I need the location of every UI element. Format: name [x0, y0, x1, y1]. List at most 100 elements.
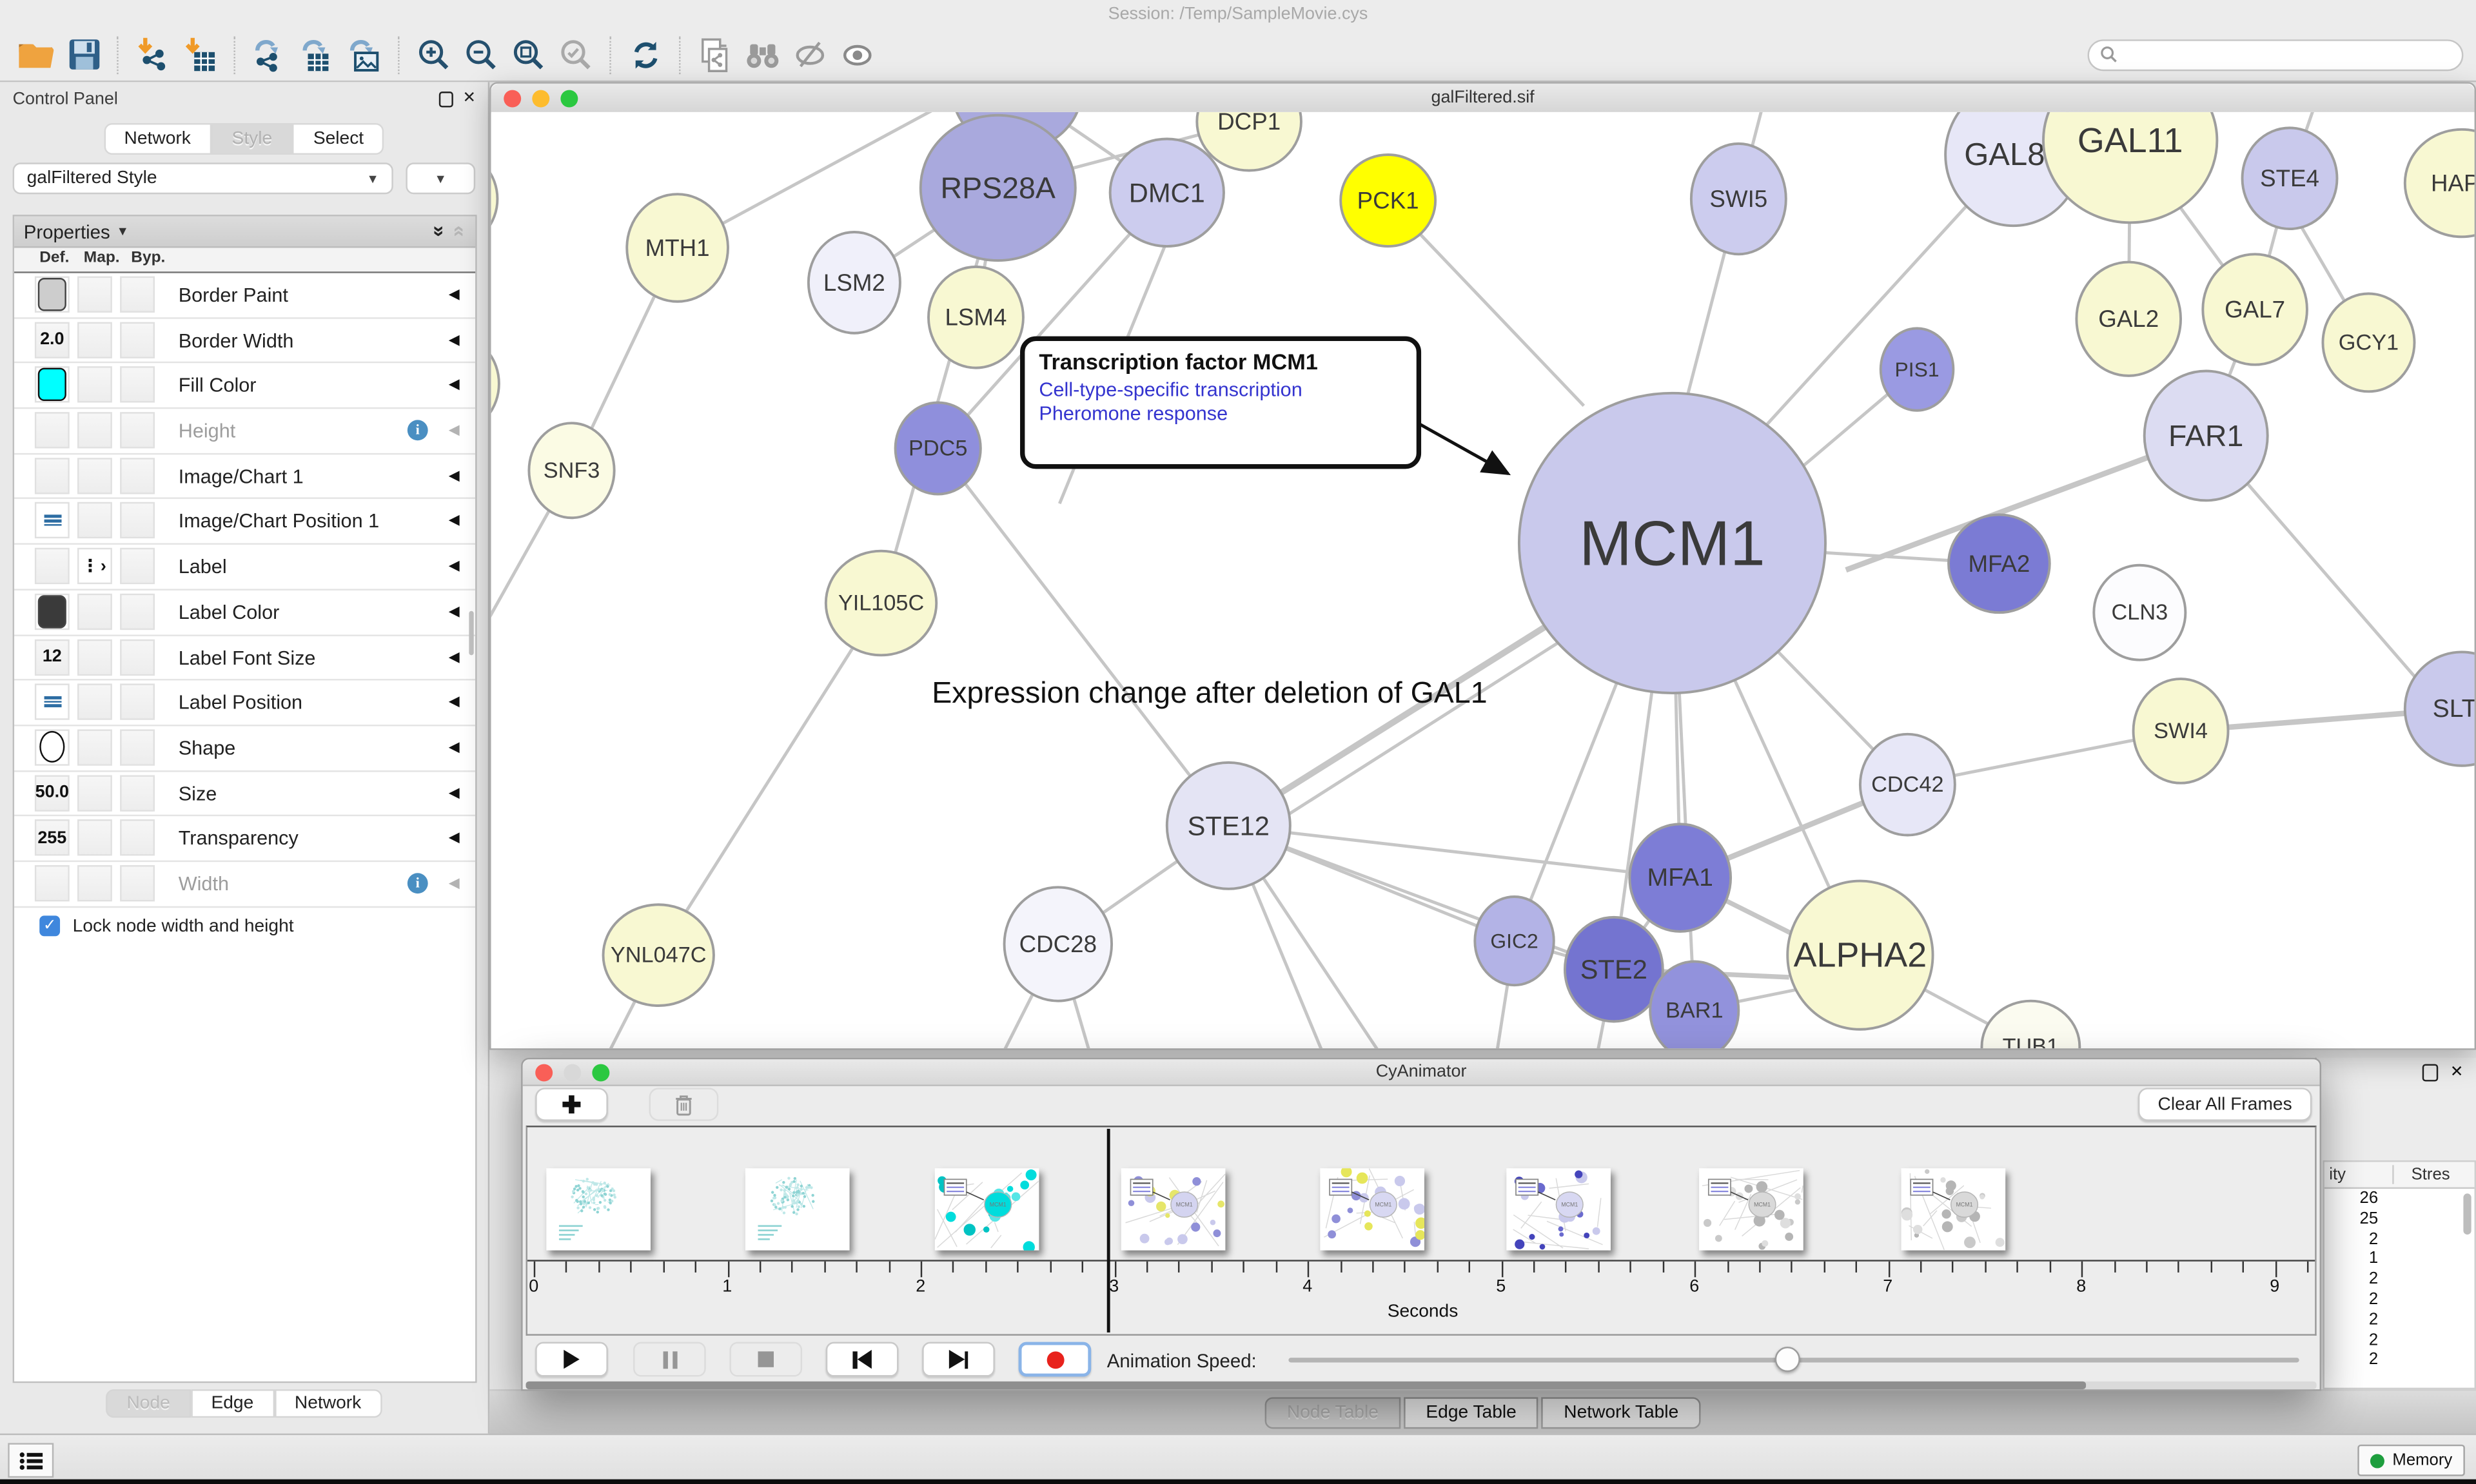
checkbox-checked-icon[interactable]: ✓ [39, 916, 60, 937]
mapping-cell[interactable] [77, 322, 112, 358]
mapping-cell[interactable] [77, 639, 112, 675]
play-button[interactable] [535, 1342, 608, 1377]
tab-select[interactable]: Select [293, 123, 384, 155]
network-caption[interactable]: Expression change after deletion of GAL1 [886, 678, 1533, 712]
network-node-DMC1[interactable]: DMC1 [1110, 139, 1224, 247]
network-node-MFA1[interactable]: MFA1 [1629, 824, 1731, 932]
expand-property-icon[interactable]: ◀ [449, 739, 460, 756]
task-history-button[interactable] [8, 1443, 54, 1478]
bypass-cell[interactable] [120, 367, 155, 403]
properties-header[interactable]: Properties ▼ » « [14, 217, 475, 248]
bypass-cell[interactable] [120, 322, 155, 358]
clone-network-button[interactable] [695, 34, 736, 75]
network-node-GAL11[interactable]: GAL11 [2043, 112, 2217, 222]
network-window-titlebar[interactable]: galFiltered.sif [491, 84, 2475, 114]
network-node-PDC5[interactable]: PDC5 [896, 402, 981, 494]
table-cell[interactable]: 2 [2324, 1229, 2378, 1249]
animation-speed-slider-thumb[interactable] [1775, 1347, 1800, 1372]
expand-property-icon[interactable]: ◀ [449, 558, 460, 575]
expand-property-icon[interactable]: ◀ [449, 648, 460, 665]
bypass-cell[interactable] [120, 820, 155, 856]
stop-button[interactable] [729, 1342, 802, 1377]
default-value-cell[interactable] [35, 548, 70, 584]
info-icon[interactable]: i [408, 873, 428, 893]
mapping-cell[interactable] [77, 684, 112, 720]
bypass-cell[interactable] [120, 277, 155, 313]
network-node-PCK1[interactable]: PCK1 [1341, 155, 1435, 246]
property-row-border-width[interactable]: 2.0Border Width◀ [14, 318, 475, 364]
bypass-cell[interactable] [120, 639, 155, 675]
clear-all-frames-button[interactable]: Clear All Frames [2138, 1088, 2312, 1120]
expand-property-icon[interactable]: ◀ [449, 603, 460, 620]
memory-status-button[interactable]: Memory [2358, 1445, 2465, 1476]
property-row-label[interactable]: ⋮›Label◀ [14, 545, 475, 590]
network-node-STE4[interactable]: STE4 [2243, 128, 2337, 229]
table-scrollbar[interactable] [2463, 1193, 2471, 1235]
expand-property-icon[interactable]: ◀ [449, 875, 460, 892]
animation-frame-thumbnail[interactable]: MCM1 [1320, 1168, 1424, 1250]
network-canvas[interactable]: DCP1PCK1RPS28ADMC1MTH1LSM2LSM4SWI5GAL80G… [491, 112, 2475, 1048]
default-value-cell[interactable]: 255 [35, 820, 70, 856]
property-row-border-paint[interactable]: Border Paint◀ [14, 273, 475, 318]
zoom-selected-button[interactable] [556, 34, 597, 75]
mapping-cell[interactable] [77, 593, 112, 629]
float-panel-icon[interactable] [2422, 1064, 2437, 1082]
table-cell[interactable]: 25 [2324, 1209, 2378, 1229]
mapping-cell[interactable] [77, 729, 112, 765]
delete-frame-button[interactable] [649, 1088, 719, 1120]
lock-size-row[interactable]: ✓ Lock node width and height [14, 907, 475, 945]
show-details-button[interactable] [837, 34, 878, 75]
network-node-SWI4[interactable]: SWI4 [2134, 679, 2228, 783]
network-node-ALPHA2[interactable]: ALPHA2 [1787, 881, 1932, 1030]
mapping-cell[interactable] [77, 412, 112, 448]
expand-property-icon[interactable]: ◀ [449, 286, 460, 303]
table-cell[interactable]: 1 [2324, 1249, 2378, 1269]
expand-property-icon[interactable]: ◀ [449, 331, 460, 349]
table-cell[interactable]: 2 [2324, 1351, 2378, 1371]
property-row-width[interactable]: Widthi◀ [14, 862, 475, 907]
network-node-GAL2[interactable]: GAL2 [2076, 262, 2181, 376]
network-annotation[interactable]: Transcription factor MCM1 Cell-type-spec… [1020, 337, 1421, 469]
network-node-SLT2[interactable]: SLT2 [2405, 652, 2475, 765]
import-network-button[interactable] [133, 34, 174, 75]
skip-to-end-button[interactable] [922, 1342, 995, 1377]
tab-node-table[interactable]: Node Table [1265, 1397, 1401, 1429]
default-value-cell[interactable] [35, 277, 70, 313]
mapping-cell[interactable] [77, 820, 112, 856]
property-row-label-position[interactable]: Label Position◀ [14, 681, 475, 726]
tab-edge-table[interactable]: Edge Table [1404, 1397, 1538, 1429]
mapping-cell[interactable] [77, 774, 112, 810]
table-cell[interactable]: 26 [2324, 1189, 2378, 1209]
bypass-cell[interactable] [120, 774, 155, 810]
record-button[interactable] [1019, 1342, 1092, 1377]
tab-network-style[interactable]: Network [274, 1389, 382, 1418]
tab-network-table[interactable]: Network Table [1542, 1397, 1701, 1429]
property-row-label-font-size[interactable]: 12Label Font Size◀ [14, 636, 475, 681]
zoom-fit-button[interactable] [509, 34, 550, 75]
network-node-clipped[interactable] [491, 151, 498, 246]
property-row-size[interactable]: 50.0Size◀ [14, 771, 475, 816]
property-row-image-chart-position-1[interactable]: Image/Chart Position 1◀ [14, 500, 475, 545]
default-value-cell[interactable] [35, 458, 70, 494]
animation-frame-thumbnail[interactable] [546, 1168, 651, 1250]
network-node-PIS1[interactable]: PIS1 [1881, 328, 1954, 410]
table-column-header[interactable]: Stres [2412, 1165, 2450, 1184]
pause-button[interactable] [633, 1342, 706, 1377]
network-node-clipped[interactable] [491, 337, 499, 431]
float-panel-icon[interactable] [439, 92, 453, 107]
network-node-LSM2[interactable]: LSM2 [809, 232, 900, 333]
properties-scrollbar[interactable] [469, 611, 473, 656]
default-value-cell[interactable] [35, 729, 70, 765]
close-panel-icon[interactable]: ✕ [2450, 1064, 2464, 1082]
add-frame-button[interactable]: ✚ [535, 1088, 608, 1120]
expand-property-icon[interactable]: ◀ [449, 376, 460, 394]
animation-frame-thumbnail[interactable]: MCM1 [1506, 1168, 1611, 1250]
table-cell[interactable]: 2 [2324, 1310, 2378, 1330]
bypass-cell[interactable] [120, 412, 155, 448]
table-cell[interactable]: 2 [2324, 1269, 2378, 1289]
default-value-cell[interactable]: 2.0 [35, 322, 70, 358]
cyanimator-titlebar[interactable]: CyAnimator [523, 1059, 2320, 1086]
network-node-STE2[interactable]: STE2 [1565, 917, 1663, 1022]
animation-frame-thumbnail[interactable]: MCM1 [1901, 1168, 2006, 1250]
expand-property-icon[interactable]: ◀ [449, 829, 460, 846]
